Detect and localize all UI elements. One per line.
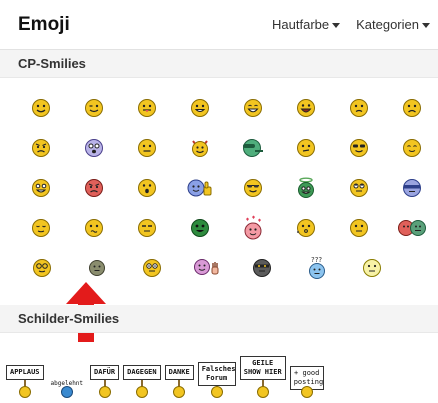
surprised-smiley-icon[interactable] bbox=[120, 168, 173, 208]
big-grin-smiley-icon[interactable] bbox=[279, 88, 332, 128]
skin-tone-label: Hautfarbe bbox=[272, 17, 330, 32]
smiley-icon bbox=[18, 386, 31, 398]
pale-smiley-icon[interactable] bbox=[344, 248, 399, 288]
sad-smiley-icon[interactable] bbox=[385, 88, 438, 128]
waving-smiley-icon[interactable] bbox=[179, 248, 234, 288]
sign-text: DAFÜR bbox=[90, 365, 120, 380]
svg-text:???: ??? bbox=[311, 256, 322, 264]
sign-text: Falsches Forum bbox=[197, 362, 236, 386]
unamused-smiley-icon[interactable] bbox=[120, 208, 173, 248]
smiley-grid: ??? bbox=[14, 88, 438, 288]
sunglasses-smiley-icon[interactable] bbox=[226, 168, 279, 208]
sign-text: APPLAUS bbox=[6, 365, 44, 380]
page-title: Emoji bbox=[18, 13, 70, 35]
thinking-smiley-icon[interactable] bbox=[279, 128, 332, 168]
worried-smiley-icon[interactable] bbox=[67, 208, 120, 248]
chevron-down-icon bbox=[332, 22, 341, 28]
smiley-icon[interactable] bbox=[14, 88, 67, 128]
sleepy-smiley-icon[interactable] bbox=[14, 208, 67, 248]
skin-tone-dropdown[interactable]: Hautfarbe bbox=[272, 17, 341, 32]
sign-smiley[interactable]: DANKE bbox=[164, 365, 194, 398]
in-love-smiley-icon[interactable] bbox=[226, 208, 279, 248]
sign-smiley[interactable]: Falsches Forum bbox=[197, 362, 236, 398]
tongue-smiley-icon[interactable] bbox=[120, 88, 173, 128]
eyes-smiley-icon[interactable] bbox=[124, 248, 179, 288]
categories-label: Kategorien bbox=[356, 17, 419, 32]
crazy-smiley-icon[interactable] bbox=[14, 168, 67, 208]
sign-smiley[interactable]: abgelehnt bbox=[47, 377, 87, 398]
sign-text: DANKE bbox=[164, 365, 194, 380]
smiley-icon bbox=[135, 386, 148, 398]
relieved-smiley-icon[interactable] bbox=[385, 128, 438, 168]
thumbs-up-smiley-icon[interactable] bbox=[173, 168, 226, 208]
alien-smiley-icon[interactable] bbox=[173, 208, 226, 248]
laugh-smiley-icon[interactable] bbox=[226, 88, 279, 128]
neutral-smiley-icon[interactable] bbox=[120, 128, 173, 168]
chevron-down-icon bbox=[422, 22, 430, 28]
masked-smiley-icon[interactable] bbox=[234, 248, 289, 288]
sign-smiley[interactable]: DAGEGEN bbox=[123, 365, 161, 398]
sick-smiley-icon[interactable] bbox=[226, 128, 279, 168]
wink-smiley-icon[interactable] bbox=[67, 88, 120, 128]
angry-smiley-icon[interactable] bbox=[14, 128, 67, 168]
smiley-icon bbox=[210, 386, 223, 398]
sign-smiley[interactable]: + good posting bbox=[289, 366, 324, 398]
sign-smiley[interactable]: APPLAUS bbox=[6, 365, 44, 398]
sign-text: GEILE SHOW HIER bbox=[239, 356, 286, 380]
rolling-eyes-smiley-icon[interactable] bbox=[332, 168, 385, 208]
hmm-smiley-icon[interactable] bbox=[332, 208, 385, 248]
mad-smiley-icon[interactable] bbox=[67, 168, 120, 208]
cool-smiley-icon[interactable] bbox=[332, 128, 385, 168]
confused-smiley-icon[interactable] bbox=[332, 88, 385, 128]
smiley-icon bbox=[300, 386, 313, 398]
sign-smiley[interactable]: GEILE SHOW HIER bbox=[239, 356, 286, 398]
shocked-smiley-icon[interactable] bbox=[67, 128, 120, 168]
smiley-icon bbox=[173, 386, 186, 398]
categories-dropdown[interactable]: Kategorien bbox=[356, 17, 430, 32]
group-smiley-icon[interactable] bbox=[385, 208, 438, 248]
smiley-icon bbox=[98, 386, 111, 398]
grin-smiley-icon[interactable] bbox=[173, 88, 226, 128]
top-bar: Emoji Hautfarbe Kategorien bbox=[0, 0, 438, 50]
smiley-icon bbox=[60, 386, 73, 398]
sign-smiley-row: APPLAUS abgelehnt DAFÜR DAGEGEN DANKE Fa… bbox=[6, 350, 438, 398]
angel-smiley-icon[interactable] bbox=[279, 168, 332, 208]
smiley-icon bbox=[256, 386, 269, 398]
devil-smiley-icon[interactable] bbox=[173, 128, 226, 168]
sign-text: DAGEGEN bbox=[123, 365, 161, 380]
question-smiley-icon[interactable]: ??? bbox=[289, 248, 344, 288]
section-title-schilder-smilies: Schilder-Smilies bbox=[0, 305, 438, 333]
whistling-smiley-icon[interactable] bbox=[279, 208, 332, 248]
sign-smiley[interactable]: DAFÜR bbox=[90, 365, 120, 398]
glasses-smiley-icon[interactable] bbox=[14, 248, 69, 288]
ninja-smiley-icon[interactable] bbox=[385, 168, 438, 208]
section-title-cp-smilies: CP-Smilies bbox=[0, 50, 438, 78]
